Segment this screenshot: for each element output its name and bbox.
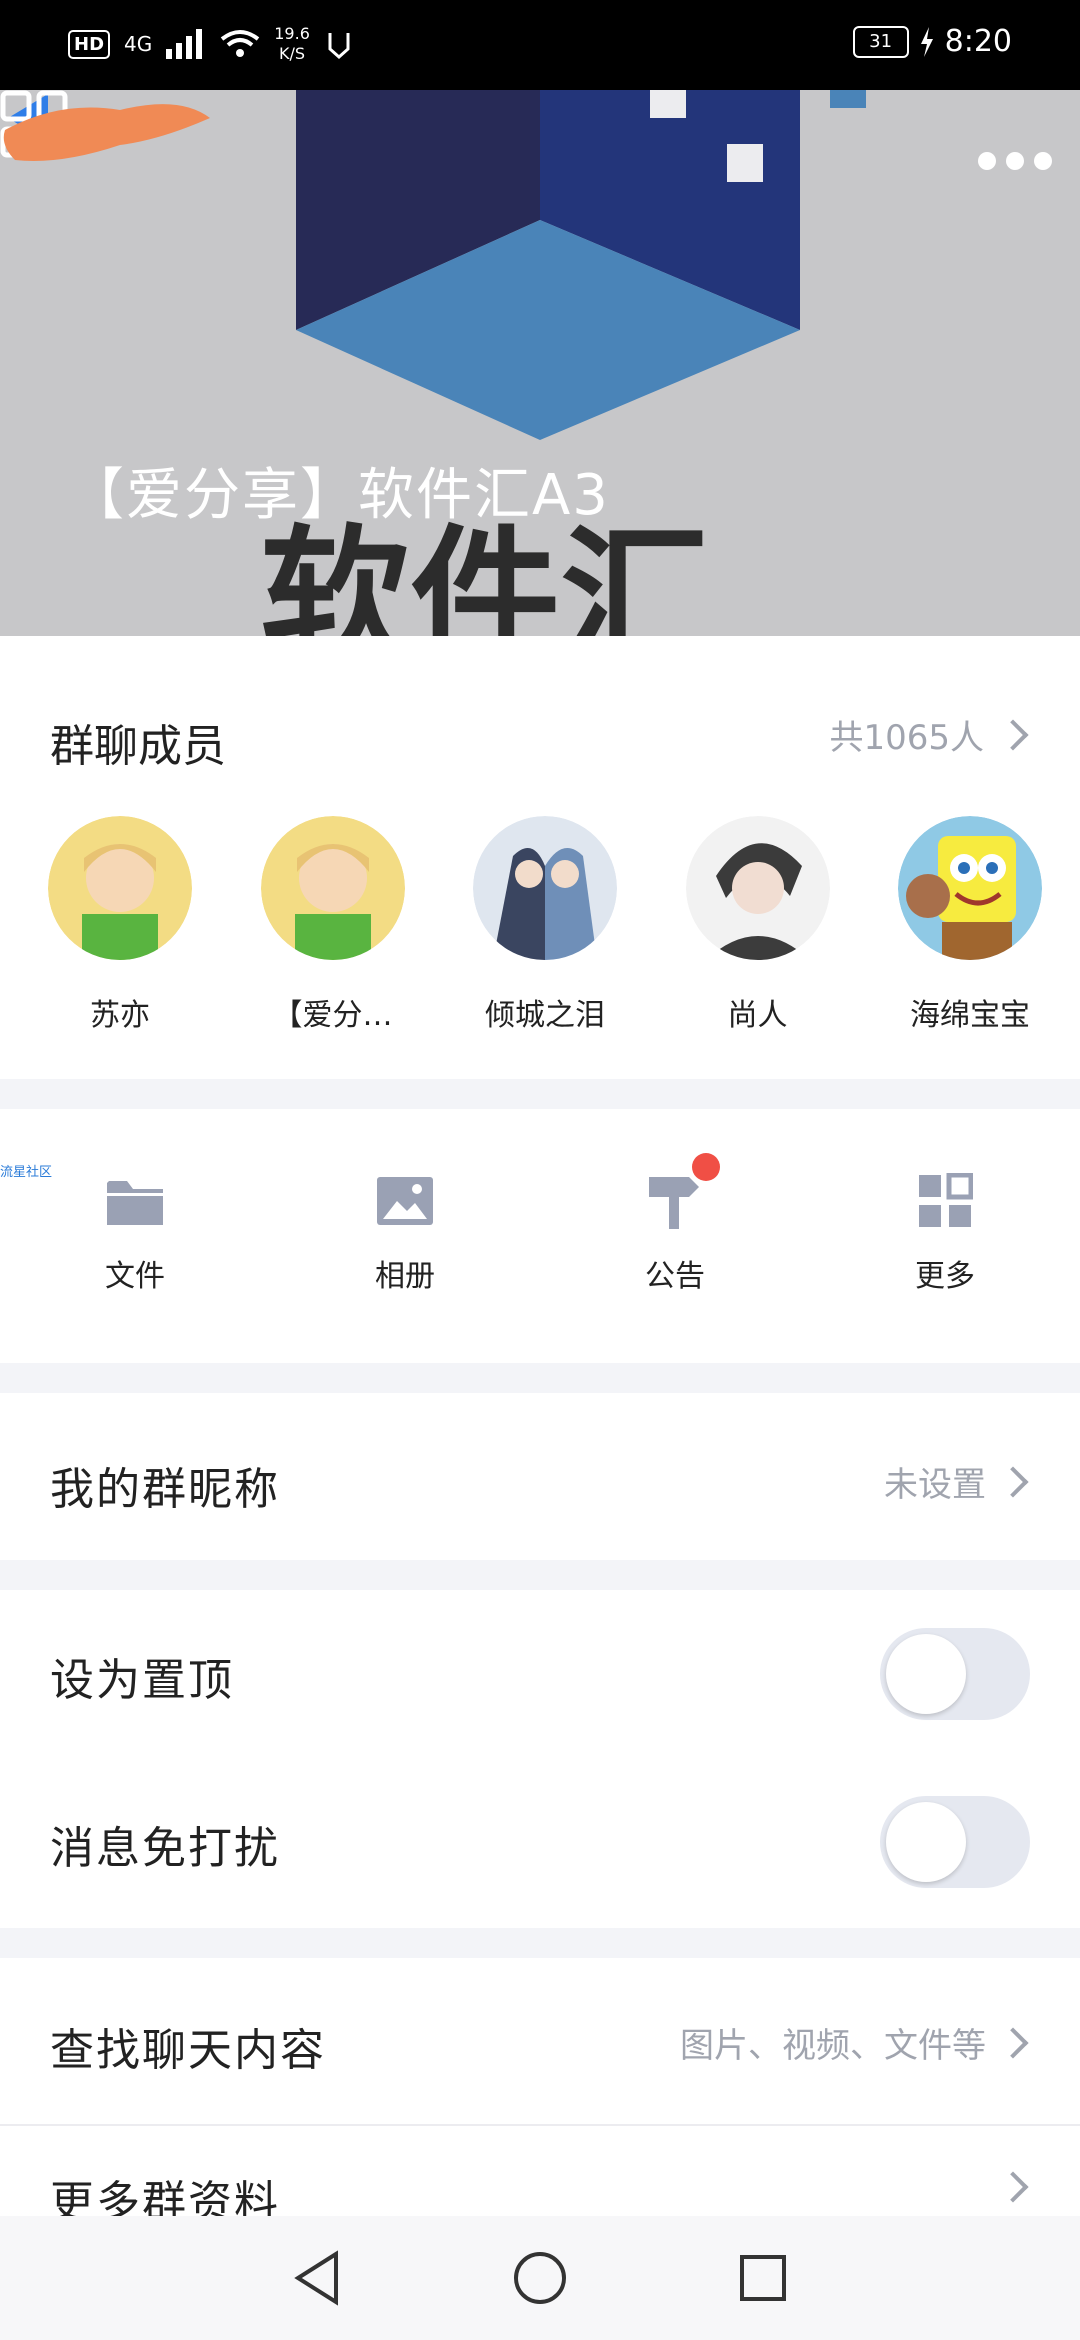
chevron-right-icon [997,1465,1029,1498]
pin-toggle[interactable] [880,1628,1030,1720]
files-button[interactable]: 文件 [35,1169,235,1295]
download-gesture-icon [328,33,350,59]
members-count: 共1065人 [829,718,984,758]
more-info-row[interactable]: 更多群资料 [0,2126,1080,2228]
folder-icon [107,1181,163,1225]
chevron-right-icon [997,718,1029,751]
signpost-icon [649,1177,699,1229]
group-header: 软件汇 【爱分享】软件汇A3 [0,90,1080,636]
members-title: 群聊成员 [50,721,226,772]
avatar [260,816,405,960]
chevron-right-icon [997,2171,1029,2203]
tool-label: 相册 [375,1259,435,1294]
nav-back-icon[interactable] [292,2250,342,2306]
member-name: 海绵宝宝 [910,998,1030,1033]
member-item[interactable]: 海绵宝宝 [890,816,1050,1034]
pin-label: 设为置顶 [50,1655,234,1706]
chevron-right-icon [997,2026,1029,2059]
redacted-mark [3,104,210,161]
member-list: 苏亦 【爱分… 倾城之泪 尚人 海绵宝宝 [40,816,1050,1034]
charging-icon [920,26,933,57]
member-name: 倾城之泪 [485,998,605,1033]
image-icon [377,1177,433,1225]
toggle-knob [886,1634,966,1714]
members-section: 群聊成员 共1065人 苏亦 【爱分… 倾城之泪 尚人 海绵宝宝 [0,636,1080,1079]
battery-indicator: 31 [852,25,909,58]
member-item[interactable]: 倾城之泪 [465,816,625,1034]
nickname-row[interactable]: 我的群昵称 未设置 [0,1393,1080,1560]
tool-label: 公告 [645,1259,705,1294]
status-bar: HD 4G 19.6 K/S 31 8:20 [0,0,1080,90]
nav-home-icon[interactable] [512,2250,568,2306]
search-chat-row[interactable]: 查找聊天内容 图片、视频、文件等 [0,1958,1080,2126]
group-title: 【爱分享】软件汇A3 [68,463,610,528]
search-hint: 图片、视频、文件等 [680,2026,986,2066]
announcement-button[interactable]: 公告 [575,1153,775,1295]
avatar [898,816,1042,960]
dot [978,152,996,170]
more-options-button[interactable] [978,152,1052,170]
member-item[interactable]: 【爱分… [253,816,413,1034]
members-count-link[interactable]: 共1065人 [829,710,1029,759]
mute-label: 消息免打扰 [50,1823,280,1874]
nickname-value: 未设置 [884,1465,986,1505]
search-hint-group: 图片、视频、文件等 [680,2018,1029,2067]
more-tools-button[interactable]: 更多 [845,1169,1045,1295]
network-speed: 19.6 K/S [274,24,310,63]
group-tools-section: 流星社区 文件 相册 公告 更多 [0,1109,1080,1363]
avatar [473,816,617,960]
album-button[interactable]: 相册 [305,1169,505,1295]
search-chat-label: 查找聊天内容 [50,2025,326,2076]
toggle-settings-section: 设为置顶 消息免打扰 [0,1590,1080,1928]
grid-icon [919,1173,973,1227]
tool-label: 文件 [105,1259,165,1294]
hd-indicator: HD [68,29,111,59]
member-name: 【爱分… [272,998,393,1033]
dot [1034,152,1052,170]
dot [1006,152,1024,170]
member-item[interactable]: 尚人 [678,816,838,1034]
member-name: 尚人 [727,998,788,1033]
system-nav-bar [0,2216,1080,2340]
avatar [48,816,192,960]
nav-recents-icon[interactable] [738,2253,788,2303]
clock: 8:20 [944,24,1012,59]
nickname-value-group: 未设置 [884,1457,1029,1506]
nickname-label: 我的群昵称 [50,1464,280,1515]
tool-label: 更多 [915,1259,975,1294]
wifi-icon [221,30,260,57]
mute-toggle[interactable] [880,1796,1030,1888]
signal-icon [166,29,203,59]
more-info-chevron-group [997,2171,1029,2203]
group-cover-image: 软件汇 [260,90,866,636]
member-item[interactable]: 苏亦 [40,816,200,1034]
network-type: 4G [124,32,153,56]
search-and-info-section: 查找聊天内容 图片、视频、文件等 更多群资料 [0,1958,1080,2228]
member-name: 苏亦 [90,998,150,1033]
toggle-knob [886,1802,966,1882]
notification-badge [692,1153,720,1181]
avatar [685,816,830,960]
